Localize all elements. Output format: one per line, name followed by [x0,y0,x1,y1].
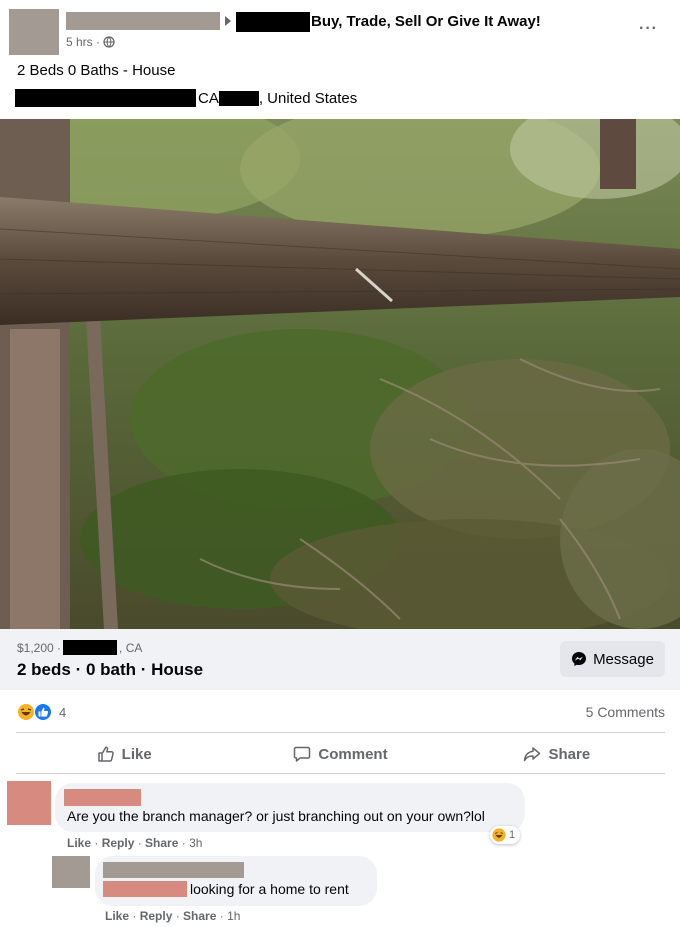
reply-name-redacted[interactable] [103,862,244,878]
like-reaction-icon [34,703,52,721]
post-location: CA , United States [15,89,357,107]
reply-avatar[interactable] [52,856,90,888]
thumbs-up-icon [97,746,114,762]
message-button[interactable]: Message [560,641,665,677]
haha-reaction-icon [492,828,506,842]
comment-text: Are you the branch manager? or just bran… [67,808,485,824]
share-label: Share [548,745,591,763]
messenger-icon [572,652,587,666]
comment-reaction[interactable]: 1 [490,826,521,844]
comment-reply-link[interactable]: Reply [102,836,135,850]
message-label: Message [593,650,654,668]
city-redacted [63,640,118,655]
time-text: 5 hrs · [66,35,101,49]
comment-button[interactable]: Comment [232,736,448,772]
poster-avatar[interactable] [9,9,59,55]
listing-bar[interactable]: $1,200 · , CA 2 beds · 0 bath · House Me… [0,629,680,690]
group-name[interactable]: Buy, Trade, Sell Or Give It Away! [311,13,541,30]
reply-reply-link[interactable]: Reply [140,909,173,923]
location-state: CA [198,89,219,107]
post-header: Buy, Trade, Sell Or Give It Away! 5 hrs … [0,0,680,60]
listing-price: $1,200 · [17,640,62,655]
location-country: , United States [258,89,358,107]
comment-meta: Like · Reply · Share · 3h [67,836,203,850]
like-button[interactable]: Like [16,736,232,772]
share-icon [524,747,541,762]
comment-reaction-count: 1 [509,829,516,841]
post-photo[interactable] [0,119,680,629]
comments-count[interactable]: 5 Comments [586,704,665,720]
reaction-count: 4 [59,704,67,720]
post-title: 2 Beds 0 Baths - House [17,62,176,79]
commenter-name-redacted[interactable] [64,789,141,806]
haha-reaction-icon [17,703,35,721]
listing-state: , CA [119,640,143,655]
comment-time[interactable]: 3h [189,836,202,850]
comment-share-link[interactable]: Share [145,836,178,850]
globe-icon [103,36,115,48]
commenter-avatar[interactable] [7,781,51,825]
reply-text: looking for a home to rent [190,881,349,897]
reaction-icons [17,703,52,721]
reply-meta: Like · Reply · Share · 1h [105,909,241,923]
reply-mention-redacted[interactable] [103,881,187,897]
share-button[interactable]: Share [449,736,665,772]
poster-name-redacted[interactable] [66,12,220,30]
caret-right-icon [225,16,231,26]
more-options-button[interactable]: ··· [639,20,658,38]
address-redacted [15,89,196,107]
reply-like-link[interactable]: Like [105,909,129,923]
divider [16,732,665,733]
comment-like-link[interactable]: Like [67,836,91,850]
reaction-summary[interactable]: 4 [17,703,66,721]
group-prefix-redacted [236,12,310,32]
comment-label: Comment [318,745,388,763]
zip-redacted [218,90,259,106]
reply-share-link[interactable]: Share [183,909,216,923]
reply-time[interactable]: 1h [227,909,240,923]
listing-summary: 2 beds · 0 bath · House [17,660,204,679]
divider [16,773,665,774]
post-timestamp[interactable]: 5 hrs · [66,35,115,49]
listing-price-row: $1,200 · , CA [17,640,142,655]
comment-icon [294,746,311,762]
post-actions: Like Comment Share [16,736,665,772]
like-label: Like [121,745,152,763]
